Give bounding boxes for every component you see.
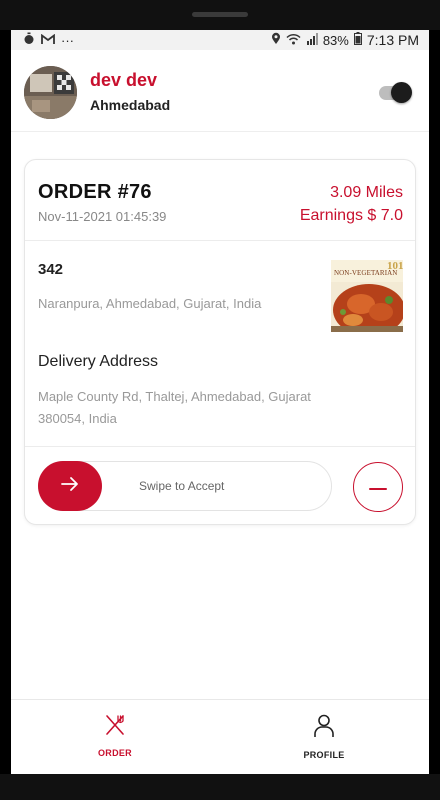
thumb-title: NON-VEGETARIAN bbox=[334, 269, 398, 277]
stopwatch-icon bbox=[23, 32, 35, 48]
status-bar: ··· 83% 7:13 PM bbox=[11, 30, 429, 50]
delivery-address-label: Delivery Address bbox=[38, 353, 159, 370]
gmail-icon bbox=[41, 33, 55, 48]
restaurant-name: 342 bbox=[38, 261, 64, 278]
nav-order-tab[interactable]: ORDER bbox=[55, 714, 175, 758]
reject-order-button[interactable] bbox=[353, 462, 403, 512]
profile-header: dev dev Ahmedabad bbox=[11, 50, 429, 132]
app-screen: ··· 83% 7:13 PM dev dev Ahmedabad ORDER … bbox=[11, 30, 429, 774]
card-divider bbox=[25, 240, 415, 241]
avatar[interactable] bbox=[24, 66, 77, 119]
user-icon bbox=[313, 714, 335, 743]
restaurant-address: Naranpura, Ahmedabad, Gujarat, India bbox=[38, 296, 262, 311]
swipe-label: Swipe to Accept bbox=[139, 479, 225, 493]
bottom-nav: ORDER PROFILE bbox=[11, 699, 429, 774]
fork-knife-icon bbox=[104, 714, 126, 741]
order-datetime: Nov-11-2021 01:45:39 bbox=[38, 209, 167, 224]
user-city: Ahmedabad bbox=[90, 97, 171, 113]
device-frame: ··· 83% 7:13 PM dev dev Ahmedabad ORDER … bbox=[0, 0, 440, 800]
delivery-address: Maple County Rd, Thaltej, Ahmedabad, Guj… bbox=[38, 389, 311, 426]
top-bezel bbox=[0, 0, 440, 30]
bottom-bezel bbox=[0, 774, 440, 800]
online-toggle[interactable] bbox=[379, 82, 413, 103]
wifi-icon bbox=[286, 33, 301, 48]
nav-profile-tab[interactable]: PROFILE bbox=[264, 714, 384, 760]
restaurant-image: 101 NON-VEGETARIAN bbox=[331, 260, 403, 332]
nav-profile-label: PROFILE bbox=[303, 750, 345, 760]
location-icon bbox=[271, 32, 281, 48]
order-distance: 3.09 Miles bbox=[330, 184, 403, 201]
user-name: dev dev bbox=[90, 70, 158, 90]
earpiece-speaker bbox=[192, 12, 248, 17]
card-divider bbox=[25, 446, 415, 447]
battery-percent: 83% bbox=[322, 32, 349, 48]
swipe-handle[interactable] bbox=[38, 461, 102, 511]
order-earnings: Earnings $ 7.0 bbox=[299, 207, 403, 224]
order-number: ORDER #76 bbox=[38, 181, 152, 203]
swipe-to-accept-slider[interactable]: Swipe to Accept bbox=[38, 461, 332, 511]
status-time: 7:13 PM bbox=[366, 32, 419, 48]
battery-icon bbox=[353, 32, 362, 48]
more-dots-icon: ··· bbox=[61, 32, 74, 48]
order-card: ORDER #76 Nov-11-2021 01:45:39 3.09 Mile… bbox=[24, 159, 416, 525]
toggle-knob bbox=[391, 82, 412, 103]
nav-order-label: ORDER bbox=[97, 748, 132, 758]
signal-icon bbox=[306, 32, 318, 48]
minus-icon bbox=[369, 478, 387, 496]
arrow-right-icon bbox=[61, 476, 79, 497]
